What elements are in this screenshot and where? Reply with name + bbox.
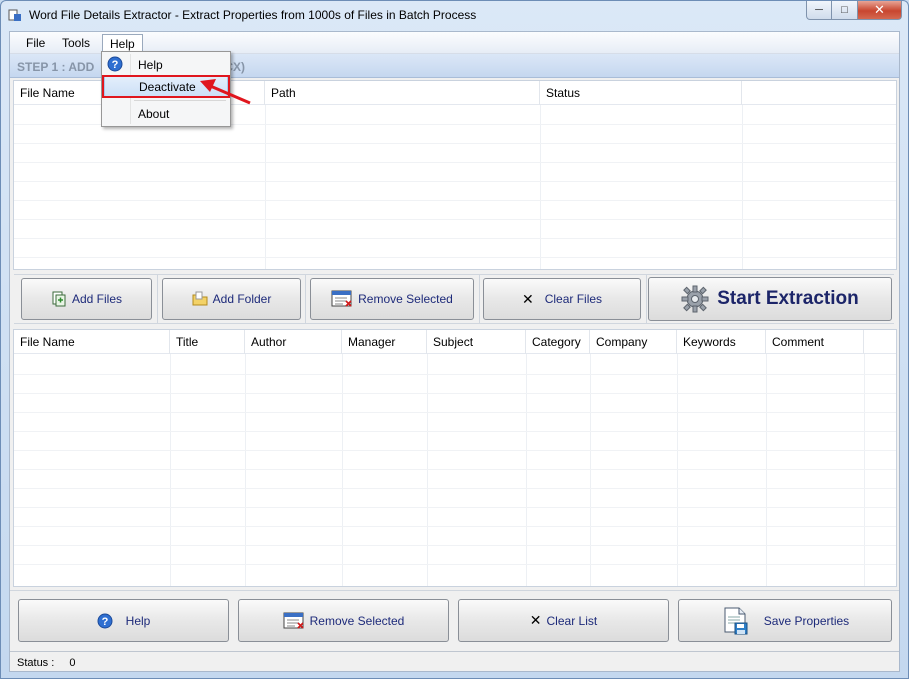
column-category[interactable]: Category xyxy=(526,330,590,354)
save-properties-button[interactable]: Save Properties xyxy=(678,599,892,642)
add-folder-button[interactable]: Add Folder xyxy=(162,278,301,320)
column-status[interactable]: Status xyxy=(540,81,742,105)
add-files-button[interactable]: Add Files xyxy=(21,278,152,320)
gear-icon xyxy=(681,285,709,313)
clear-list-label: Clear List xyxy=(546,613,598,628)
red-arrow-icon xyxy=(200,79,251,105)
remove-selected-icon xyxy=(331,290,352,307)
start-extraction-label: Start Extraction xyxy=(717,288,859,309)
save-properties-label: Save Properties xyxy=(763,613,850,628)
column-comment[interactable]: Comment xyxy=(766,330,864,354)
add-files-label: Add Files xyxy=(71,292,123,306)
menu-file[interactable]: File xyxy=(19,34,52,53)
close-icon: ✕ xyxy=(874,2,885,17)
remove-selected-label: Remove Selected xyxy=(358,292,453,306)
remove-selected-icon xyxy=(283,612,304,629)
remove-selected-bottom-button[interactable]: Remove Selected xyxy=(238,599,449,642)
clear-x-icon: ✕ xyxy=(529,612,542,628)
app-window: Word File Details Extractor - Extract Pr… xyxy=(0,0,909,679)
add-files-icon xyxy=(52,291,66,307)
column-prop-file-name[interactable]: File Name xyxy=(14,330,170,354)
close-button[interactable]: ✕ xyxy=(858,1,902,20)
column-title[interactable]: Title xyxy=(170,330,245,354)
client-area: File Tools Help STEP 1 : ADD OCX) File N… xyxy=(9,31,900,672)
minimize-button[interactable]: ─ xyxy=(806,1,832,20)
clear-list-button[interactable]: ✕ Clear List xyxy=(458,599,669,642)
minimize-icon: ─ xyxy=(815,4,823,16)
clear-files-button[interactable]: ✕ Clear Files xyxy=(483,278,641,320)
remove-selected-button[interactable]: Remove Selected xyxy=(310,278,474,320)
status-label: Status : xyxy=(17,657,55,669)
add-folder-icon xyxy=(192,291,208,306)
help-icon: ? xyxy=(97,613,113,628)
column-keywords[interactable]: Keywords xyxy=(677,330,766,354)
app-icon xyxy=(8,9,21,21)
column-subject[interactable]: Subject xyxy=(427,330,526,354)
remove-selected-bottom-label: Remove Selected xyxy=(309,613,405,628)
window-title: Word File Details Extractor - Extract Pr… xyxy=(29,8,477,22)
column-manager[interactable]: Manager xyxy=(342,330,427,354)
start-extraction-button[interactable]: Start Extraction xyxy=(648,277,892,321)
caption-buttons: ─ □ ✕ xyxy=(806,1,902,20)
bottom-toolbar: ? Help Remove Selected ✕ Clear List Save… xyxy=(10,590,899,650)
help-button-label: Help xyxy=(125,613,151,628)
menu-tools[interactable]: Tools xyxy=(55,34,97,53)
column-company[interactable]: Company xyxy=(590,330,677,354)
step-prefix: STEP 1 : ADD xyxy=(17,60,95,74)
svg-text:?: ? xyxy=(101,616,108,628)
properties-table-header: File Name Title Author Manager Subject C… xyxy=(14,330,896,354)
status-value: 0 xyxy=(69,657,76,669)
status-bar: Status : 0 xyxy=(10,651,899,672)
save-document-icon xyxy=(724,607,748,634)
action-toolbar: Add Files Add Folder Remove Selected ✕ C… xyxy=(14,274,894,324)
column-path[interactable]: Path xyxy=(265,81,540,105)
properties-table[interactable]: File Name Title Author Manager Subject C… xyxy=(13,329,897,587)
clear-files-label: Clear Files xyxy=(544,292,603,306)
column-author[interactable]: Author xyxy=(245,330,342,354)
add-folder-label: Add Folder xyxy=(212,292,272,306)
help-button[interactable]: ? Help xyxy=(18,599,229,642)
maximize-icon: □ xyxy=(841,4,848,16)
clear-x-icon: ✕ xyxy=(521,290,534,307)
title-bar: Word File Details Extractor - Extract Pr… xyxy=(1,1,908,31)
maximize-button[interactable]: □ xyxy=(832,1,858,20)
